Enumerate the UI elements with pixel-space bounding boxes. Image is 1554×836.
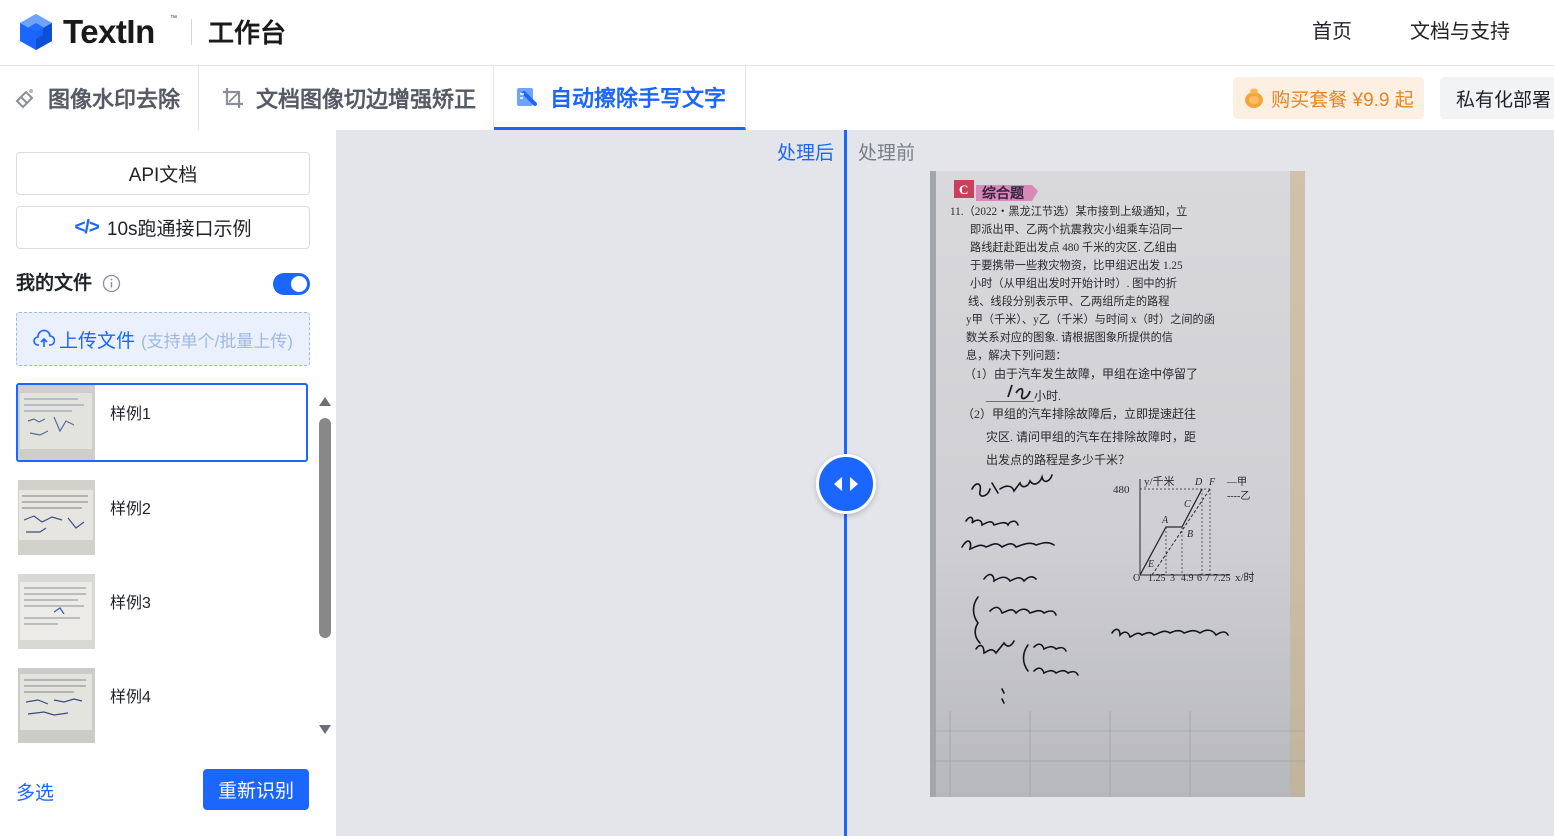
upload-label: 上传文件 xyxy=(59,330,136,352)
left-right-arrows-icon xyxy=(834,477,858,491)
graph-y-axis-label: y/千米 xyxy=(1144,475,1175,488)
upload-hint: (支持单个/批量上传) xyxy=(141,331,294,351)
scroll-up-arrow-icon[interactable] xyxy=(318,395,332,409)
re-recognize-button[interactable]: 重新识别 xyxy=(203,769,309,810)
buy-package-button[interactable]: 购买套餐 ¥9.9 起 xyxy=(1233,77,1424,119)
graph-x-axis-label: x/时 xyxy=(1235,571,1255,584)
file-name: 样例1 xyxy=(110,406,151,423)
workbench-title: 工作台 xyxy=(208,18,287,48)
file-sidebar: API文档 </> 10s跑通接口示例 我的文件 上传文件 (支持单个/批量上传… xyxy=(0,130,336,836)
logo-divider xyxy=(191,19,192,45)
problem-line: 路线赶赴距出发点 480 千米的灾区. 乙组由 xyxy=(970,240,1177,254)
file-thumbnail xyxy=(18,480,95,555)
demo-example-label: 10s跑通接口示例 xyxy=(106,219,252,240)
toggle-knob xyxy=(291,276,307,292)
problem-line: （2）甲组的汽车排除故障后，立即提速赶往 xyxy=(962,406,1196,421)
handwriting-erase-icon xyxy=(514,84,540,110)
watermark-eraser-icon xyxy=(12,85,38,111)
compare-slider-handle[interactable] xyxy=(816,454,876,514)
graph-x-tick: 4.9 xyxy=(1181,573,1194,584)
tab-label: 图像水印去除 xyxy=(48,87,181,112)
graph-point-label: D xyxy=(1194,477,1203,488)
graph-point-label: A xyxy=(1161,515,1169,526)
top-header: TextIn ™ 工作台 首页 文档与支持 xyxy=(0,0,1554,66)
preview-area: 处理后 处理前 C 综合题 11.（2022・黑龙江节选）某市接到上级通知，立 xyxy=(336,130,1554,836)
graph-point-label: C xyxy=(1184,499,1191,510)
file-thumbnail xyxy=(18,574,95,649)
graph-x-tick: 6 xyxy=(1197,573,1202,584)
crop-icon xyxy=(220,85,246,111)
graph-x-tick: 3 xyxy=(1170,573,1175,584)
buy-package-label: 购买套餐 ¥9.9 起 xyxy=(1271,89,1414,111)
section-badge-label: C xyxy=(959,182,968,197)
nav-docs-support-link[interactable]: 文档与支持 xyxy=(1410,19,1510,45)
problem-line: 灾区. 请问甲组的汽车在排除故障时，距 xyxy=(986,429,1196,444)
scroll-down-arrow-icon[interactable] xyxy=(318,722,332,736)
my-files-toggle[interactable] xyxy=(273,273,310,295)
tab-handwriting-erase[interactable]: 自动擦除手写文字 xyxy=(494,66,746,130)
tab-label: 自动擦除手写文字 xyxy=(550,85,727,111)
private-deployment-button[interactable]: 私有化部署 xyxy=(1440,77,1554,119)
upload-file-button[interactable]: 上传文件 (支持单个/批量上传) xyxy=(16,312,310,366)
problem-line: 于要携带一些救灾物资，比甲组迟出发 1.25 xyxy=(970,258,1183,272)
problem-line: （1）由于汽车发生故障，甲组在途中停留了 xyxy=(964,366,1198,381)
file-list: 样例1 样例2 样例3 样例4 xyxy=(0,382,314,746)
coin-bag-icon xyxy=(1245,88,1264,108)
nav-home-link[interactable]: 首页 xyxy=(1312,19,1352,45)
problem-line: 息，解决下列问题： xyxy=(966,348,1067,362)
textin-logo-icon[interactable] xyxy=(18,13,54,51)
file-item-sample-3[interactable]: 样例3 xyxy=(16,572,308,651)
logo-text[interactable]: TextIn xyxy=(63,12,155,52)
file-item-sample-2[interactable]: 样例2 xyxy=(16,478,308,557)
problem-line: 出发点的路程是多少千米？ xyxy=(986,452,1130,467)
graph-point-label: B xyxy=(1187,529,1193,540)
tab-watermark-removal[interactable]: 图像水印去除 xyxy=(0,66,199,130)
problem-line: 线、线段分别表示甲、乙两组所走的路程 xyxy=(968,294,1169,308)
file-list-scrollbar[interactable] xyxy=(319,418,331,638)
document-image: C 综合题 11.（2022・黑龙江节选）某市接到上级通知，立 即派出甲、乙两个… xyxy=(930,171,1305,797)
graph-legend-entry: ----乙 xyxy=(1227,490,1250,502)
file-name: 样例3 xyxy=(110,595,151,612)
graph-legend-entry: —甲 xyxy=(1226,477,1247,488)
tab-crop-enhance[interactable]: 文档图像切边增强矫正 xyxy=(199,66,494,130)
tool-tab-bar: 图像水印去除 文档图像切边增强矫正 自动擦除手写文字 购买套餐 ¥9.9 起 私… xyxy=(0,66,1554,130)
graph-y-tick: 480 xyxy=(1113,484,1130,496)
original-label[interactable]: 处理前 xyxy=(858,138,915,165)
graph-point-label: F xyxy=(1208,477,1216,488)
graph-x-tick: 7 xyxy=(1205,573,1210,584)
file-thumbnail xyxy=(18,668,95,743)
file-name: 样例4 xyxy=(110,689,151,706)
problem-line: y甲（千米）、y乙（千米）与时间 x（时）之间的函 xyxy=(966,312,1215,326)
file-item-sample-1[interactable]: 样例1 xyxy=(16,383,308,462)
tab-label: 文档图像切边增强矫正 xyxy=(256,87,477,112)
problem-line: 即派出甲、乙两个抗震救灾小组乘车沿同一 xyxy=(970,222,1183,236)
multi-select-link[interactable]: 多选 xyxy=(16,778,54,805)
file-item-sample-4[interactable]: 样例4 xyxy=(16,666,308,745)
file-name: 样例2 xyxy=(110,501,151,518)
my-files-heading: 我的文件 xyxy=(16,273,93,294)
api-doc-label: API文档 xyxy=(128,165,198,186)
problem-line: 11.（2022・黑龙江节选）某市接到上级通知，立 xyxy=(950,204,1187,218)
graph-x-tick: 1.25 xyxy=(1148,573,1166,584)
demo-example-button[interactable]: </> 10s跑通接口示例 xyxy=(16,206,310,249)
graph-x-tick: O xyxy=(1133,573,1140,584)
api-doc-button[interactable]: API文档 xyxy=(16,152,310,195)
graph-point-label: E xyxy=(1147,559,1154,570)
code-icon: </> xyxy=(74,216,100,238)
cloud-upload-icon xyxy=(33,329,55,347)
graph-x-tick: 7.25 xyxy=(1213,573,1231,584)
file-thumbnail xyxy=(18,385,95,460)
info-icon[interactable] xyxy=(102,274,121,293)
processed-label[interactable]: 处理后 xyxy=(777,138,834,165)
section-title: 综合题 xyxy=(982,185,1025,202)
problem-line: 数关系对应的图象. 请根据图象所提供的信 xyxy=(966,330,1173,344)
trademark-symbol: ™ xyxy=(170,15,177,22)
problem-line: 小时（从甲组出发时开始计时）. 图中的折 xyxy=(970,276,1177,290)
